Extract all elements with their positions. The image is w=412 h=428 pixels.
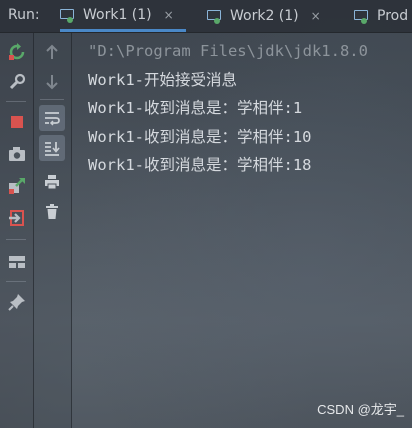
rerun-icon[interactable] bbox=[6, 41, 28, 63]
console-toolbar bbox=[34, 33, 72, 428]
console-line-command: "D:\Program Files\jdk\jdk1.8.0 bbox=[88, 42, 368, 60]
run-label: Run: bbox=[8, 7, 40, 23]
running-app-icon bbox=[207, 9, 223, 24]
console-line: Work1-收到消息是：学相伴:18 bbox=[88, 156, 312, 174]
arrow-down-icon[interactable] bbox=[41, 71, 63, 93]
pin-icon[interactable] bbox=[6, 291, 28, 313]
run-actions-toolbar bbox=[0, 33, 34, 428]
camera-icon[interactable] bbox=[6, 143, 28, 165]
close-icon[interactable]: × bbox=[164, 8, 174, 22]
tab-label: Work1 (1) bbox=[83, 6, 152, 23]
arrow-up-icon[interactable] bbox=[41, 41, 63, 63]
tab-label: Work2 (1) bbox=[230, 8, 299, 24]
wrench-icon[interactable] bbox=[6, 71, 28, 93]
running-app-icon bbox=[354, 9, 370, 24]
exit-icon[interactable] bbox=[6, 207, 28, 229]
soft-wrap-icon[interactable] bbox=[39, 105, 65, 131]
tab-work2[interactable]: Work2 (1) × bbox=[207, 0, 321, 32]
run-tab-bar: Run: Work1 (1) × Work2 (1) × Prod bbox=[0, 0, 412, 33]
restore-layout-icon[interactable] bbox=[6, 175, 28, 197]
scroll-to-end-icon[interactable] bbox=[39, 135, 65, 161]
layout-icon[interactable] bbox=[6, 251, 28, 273]
console-output[interactable]: "D:\Program Files\jdk\jdk1.8.0 Work1-开始接… bbox=[88, 37, 412, 180]
print-icon[interactable] bbox=[41, 171, 63, 193]
console-line: Work1-收到消息是：学相伴:10 bbox=[88, 127, 312, 146]
stop-icon[interactable] bbox=[6, 111, 28, 133]
trash-icon[interactable] bbox=[41, 201, 63, 223]
watermark: CSDN @龙宇_ bbox=[317, 402, 404, 417]
running-app-icon bbox=[60, 8, 76, 23]
tab-label: Prod bbox=[377, 8, 409, 24]
close-icon[interactable]: × bbox=[311, 9, 321, 23]
tab-prod[interactable]: Prod bbox=[354, 0, 408, 32]
tab-work1[interactable]: Work1 (1) × bbox=[60, 0, 186, 32]
console-line: Work1-收到消息是：学相伴:1 bbox=[88, 99, 303, 117]
console-line: Work1-开始接受消息 bbox=[88, 70, 237, 89]
